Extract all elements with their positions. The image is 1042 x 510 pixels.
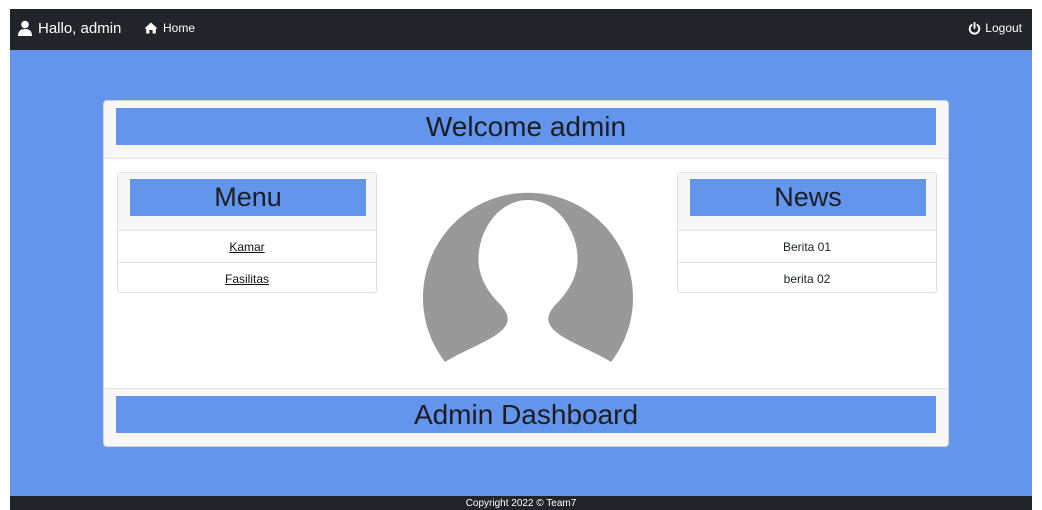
news-panel-header: News: [678, 173, 936, 231]
card-footer: Admin Dashboard: [104, 388, 948, 446]
list-item: Berita 01: [678, 231, 936, 263]
news-item-berita-01: Berita 01: [782, 239, 832, 254]
copyright-text: Copyright 2022 © Team7: [465, 497, 577, 509]
list-item: Fasilitas: [118, 263, 376, 294]
greeting-text: Hallo, admin: [38, 19, 122, 37]
page-background: Hallo, admin Home Logout Welcome admin M…: [10, 9, 1032, 510]
menu-title: Menu: [130, 179, 366, 216]
welcome-title: Welcome admin: [116, 108, 936, 145]
page-footer: Copyright 2022 © Team7: [10, 496, 1032, 510]
logout-button[interactable]: Logout: [968, 9, 1022, 47]
home-link[interactable]: Home: [144, 9, 195, 47]
power-icon: [968, 21, 981, 35]
menu-link-fasilitas[interactable]: Fasilitas: [225, 272, 269, 286]
card-header: Welcome admin: [104, 101, 948, 159]
menu-link-kamar[interactable]: Kamar: [229, 240, 264, 254]
user-icon: [17, 20, 33, 36]
user-greeting: Hallo, admin: [17, 9, 121, 47]
list-item: berita 02: [678, 263, 936, 294]
news-title: News: [690, 179, 926, 216]
home-label: Home: [163, 21, 196, 35]
list-item: Kamar: [118, 231, 376, 263]
avatar-silhouette: [423, 192, 633, 362]
top-navbar: Hallo, admin Home Logout: [10, 9, 1032, 50]
avatar: [422, 182, 634, 366]
menu-panel: Menu Kamar Fasilitas: [117, 172, 377, 293]
menu-panel-header: Menu: [118, 173, 376, 231]
dashboard-title: Admin Dashboard: [116, 396, 936, 433]
news-item-berita-02: berita 02: [783, 271, 831, 286]
dashboard-card: Welcome admin Menu Kamar Fasilitas News …: [103, 100, 949, 447]
logout-label: Logout: [985, 21, 1022, 35]
home-icon: [144, 22, 158, 34]
news-panel: News Berita 01 berita 02: [677, 172, 937, 293]
